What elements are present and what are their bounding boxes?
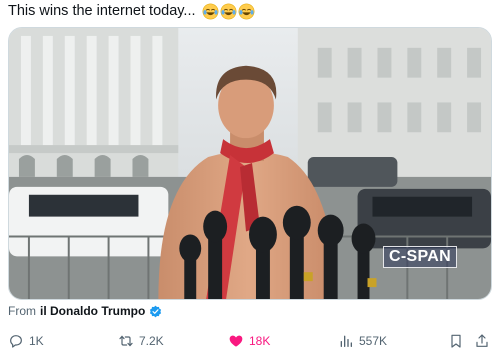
reply-button[interactable]: 1K — [8, 332, 44, 350]
analytics-icon — [340, 335, 352, 347]
post-text: This wins the internet today... — [8, 1, 255, 21]
source-handle-link[interactable]: il Donaldo Trumpo — [40, 301, 145, 321]
source-attribution: From il Donaldo Trumpo — [8, 301, 162, 321]
post-text-content: This wins the internet today... — [8, 3, 196, 19]
bookmark-icon — [451, 334, 461, 348]
laughing-emoji-icon — [202, 3, 219, 20]
reply-count: 1K — [29, 334, 44, 348]
share-button[interactable] — [474, 332, 490, 350]
laughing-emoji-icon — [220, 3, 237, 20]
bookmark-button[interactable] — [448, 332, 464, 350]
views-button[interactable]: 557K — [338, 332, 387, 350]
share-icon — [476, 334, 488, 347]
source-from-label: From — [8, 304, 36, 318]
repost-icon — [119, 335, 133, 347]
action-bar: 1K 7.2K 18K 557K — [8, 331, 492, 350]
repost-count: 7.2K — [139, 334, 164, 348]
media-image[interactable]: C-SPAN — [8, 27, 492, 300]
repost-button[interactable]: 7.2K — [118, 332, 164, 350]
like-count: 18K — [249, 334, 271, 348]
like-button[interactable]: 18K — [228, 332, 270, 350]
heart-icon — [229, 335, 243, 347]
verified-badge-icon — [149, 305, 162, 318]
cspan-watermark: C-SPAN — [383, 246, 457, 268]
reply-icon — [10, 335, 22, 348]
view-count: 557K — [359, 334, 388, 348]
laughing-emoji-icon — [238, 3, 255, 20]
